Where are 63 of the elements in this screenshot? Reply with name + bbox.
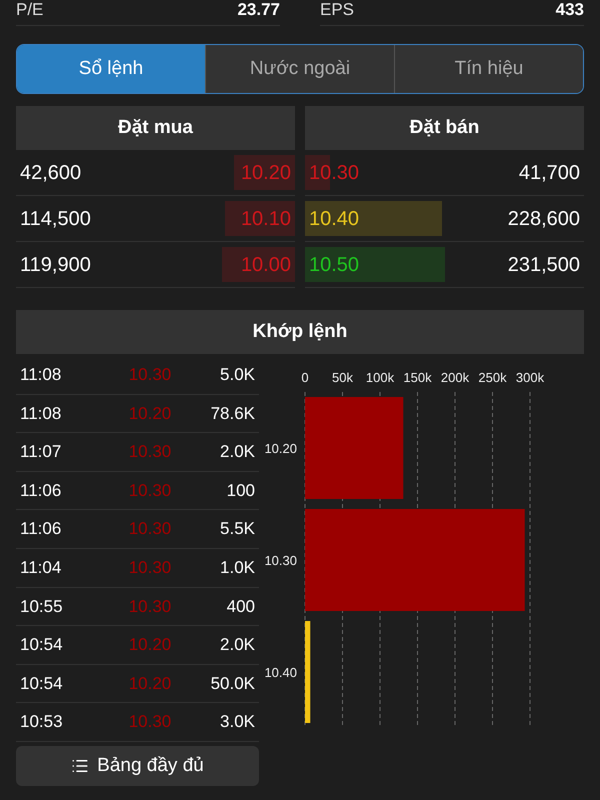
bid-volume: 114,500 <box>19 206 91 232</box>
bid-price: 10.00 <box>240 252 292 278</box>
trade-volume: 50.0K <box>210 672 255 695</box>
trade-volume: 3.0K <box>219 711 255 734</box>
axis-category-label: 10.20 <box>264 441 297 456</box>
trade-time: 11:06 <box>20 480 62 502</box>
trade-price: 10.30 <box>128 711 172 734</box>
trade-price: 10.30 <box>128 441 172 464</box>
trade-price: 10.30 <box>128 596 172 618</box>
bid-volume: 119,900 <box>19 252 91 278</box>
trade-volume: 100 <box>226 480 255 502</box>
tab[interactable]: Nước ngoài <box>205 45 394 93</box>
ask-price: 10.30 <box>308 160 360 186</box>
trade-time: 11:07 <box>20 441 62 464</box>
trade-time: 11:08 <box>20 402 62 425</box>
trade-volume: 5.5K <box>219 518 255 540</box>
section-header: Khớp lệnh <box>16 310 584 354</box>
axis-tick-label: 0 <box>301 370 309 385</box>
axis-category-label: 10.30 <box>264 553 297 568</box>
trade-time: 10:55 <box>20 596 64 618</box>
trade-price: 10.30 <box>128 557 172 580</box>
tab[interactable]: Sổ lệnh <box>17 45 205 93</box>
axis-tick-label: 50k <box>332 370 353 385</box>
trade-price: 10.30 <box>128 480 172 502</box>
trade-volume: 5.0K <box>219 364 255 386</box>
stat-label: EPS <box>320 0 354 20</box>
ask-volume: 41,700 <box>518 160 581 186</box>
bid-volume: 42,600 <box>19 160 82 186</box>
stat-value: 433 <box>556 0 584 20</box>
column-header: Đặt mua <box>16 106 295 150</box>
ask-price: 10.50 <box>308 252 360 278</box>
axis-tick-label: 250k <box>478 370 507 385</box>
column-header: Đặt bán <box>305 106 584 150</box>
stat-label: P/E <box>16 0 44 20</box>
trade-price: 10.20 <box>128 634 172 656</box>
ask-volume: 231,500 <box>508 252 581 278</box>
full-table-button[interactable]: Bảng đầy đủ <box>16 746 259 786</box>
axis-tick-label: 150k <box>403 370 432 385</box>
trade-time: 10:54 <box>20 672 64 695</box>
trade-volume: 1.0K <box>219 557 255 580</box>
axis-tick-label: 100k <box>366 370 394 385</box>
trade-volume: 78.6K <box>210 402 255 425</box>
trade-price: 10.20 <box>128 402 172 425</box>
axis-category-label: 10.40 <box>264 665 297 680</box>
trade-time: 11:06 <box>20 518 62 540</box>
trade-time: 11:08 <box>20 364 62 386</box>
axis-tick-label: 200k <box>440 370 470 385</box>
trade-price: 10.20 <box>128 672 172 695</box>
stat-value: 23.77 <box>237 0 280 20</box>
trade-volume: 2.0K <box>219 634 255 656</box>
trade-price: 10.30 <box>128 364 172 386</box>
trade-price: 10.30 <box>128 518 172 540</box>
ask-price: 10.40 <box>308 206 360 232</box>
tab[interactable]: Tín hiệu <box>394 45 583 93</box>
trade-time: 11:04 <box>20 557 62 580</box>
bid-price: 10.20 <box>240 160 292 186</box>
trade-time: 10:53 <box>20 711 64 734</box>
bid-price: 10.10 <box>240 206 292 232</box>
trade-time: 10:54 <box>20 634 64 656</box>
axis-tick-label: 300k <box>516 370 544 385</box>
ask-volume: 228,600 <box>508 206 581 232</box>
trade-volume: 2.0K <box>219 441 255 464</box>
trade-volume: 400 <box>226 596 255 618</box>
